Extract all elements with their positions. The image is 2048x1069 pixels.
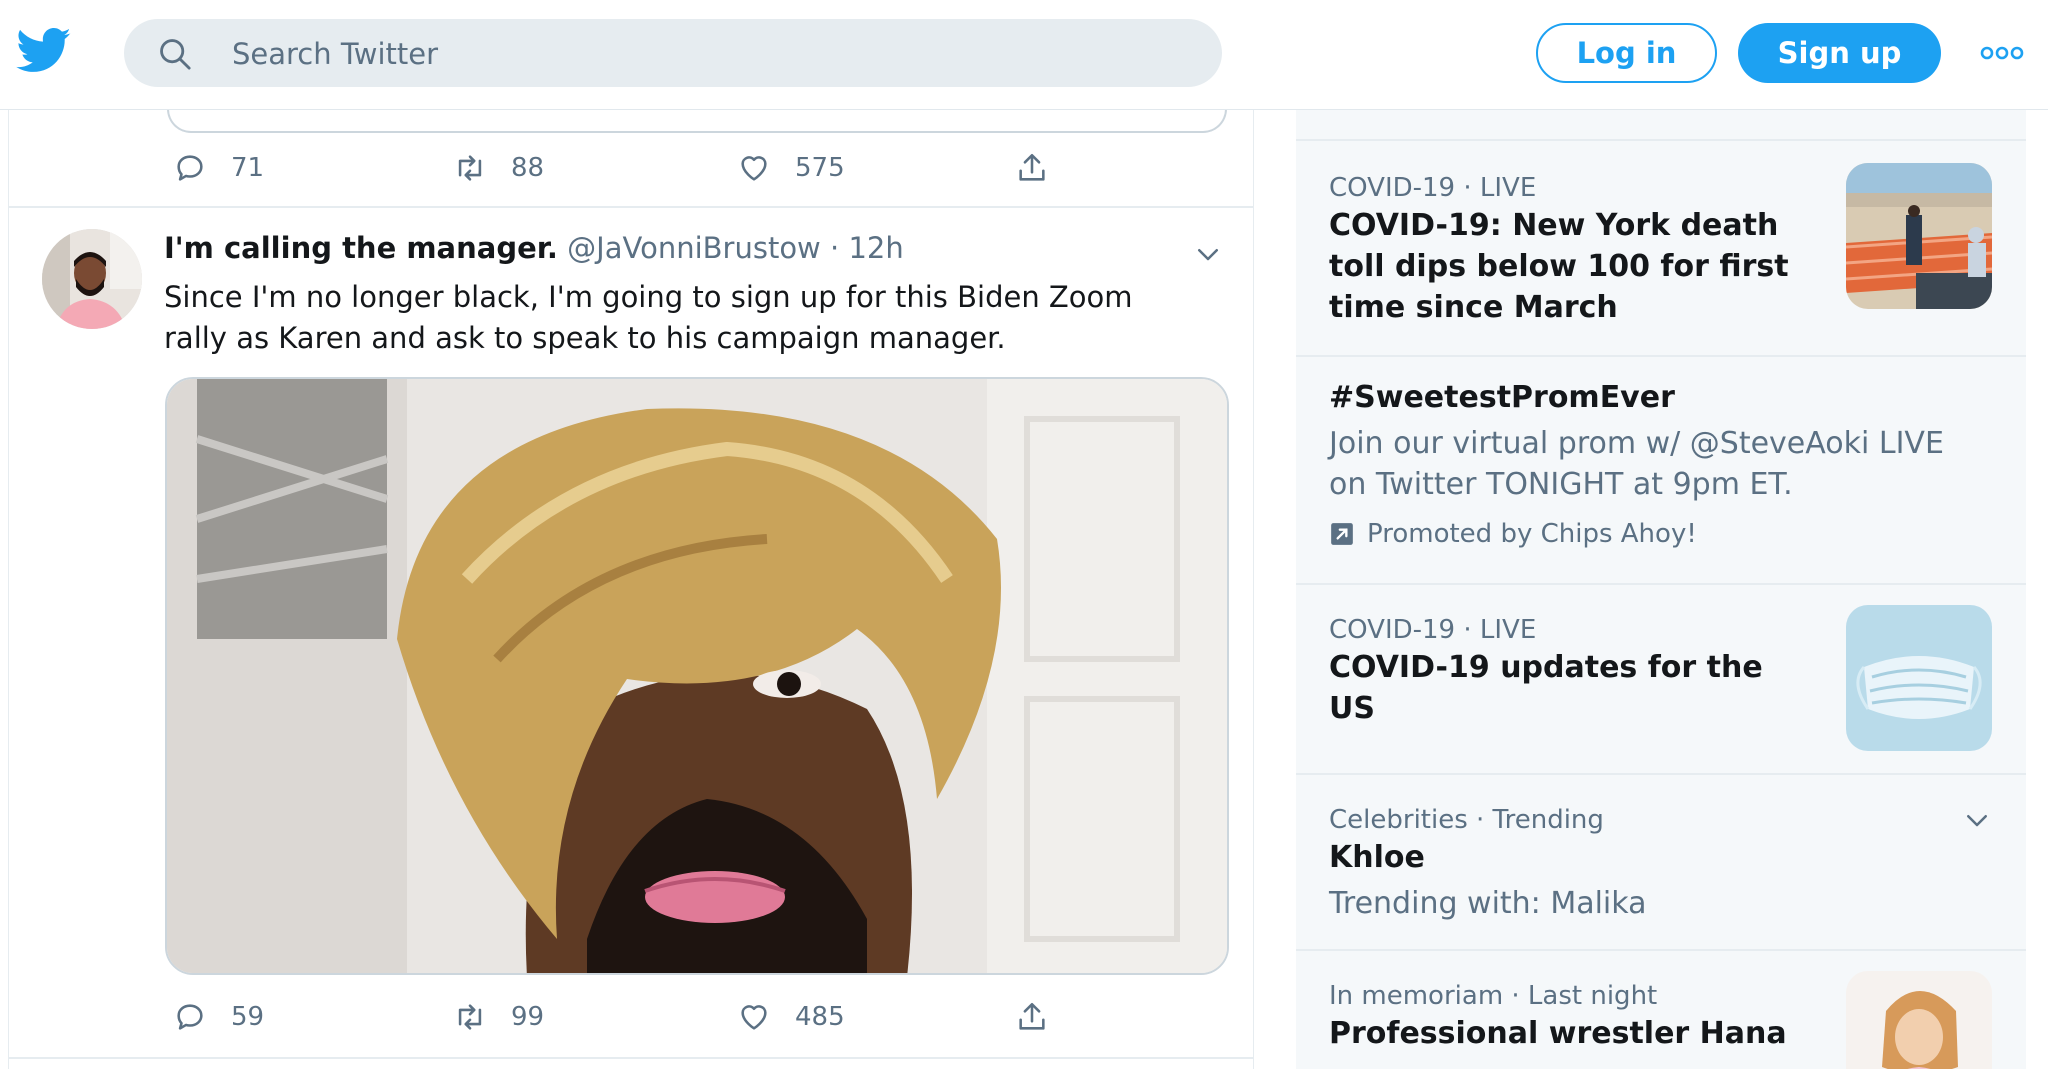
promoted-icon bbox=[1331, 523, 1353, 545]
display-name[interactable]: I'm calling the manager. bbox=[164, 231, 558, 265]
trend-item[interactable]: COVID-19 · LIVE COVID-19 updates for the… bbox=[1296, 583, 2026, 773]
trend-description: Trending with: Malika bbox=[1329, 886, 1647, 921]
trend-title: Khloe bbox=[1329, 840, 1425, 875]
tweet-divider bbox=[9, 1057, 1253, 1059]
trend-item[interactable]: COVID-19 · LIVE COVID-19: New York death… bbox=[1296, 139, 2026, 355]
trend-meta: COVID-19 · LIVE bbox=[1329, 173, 1537, 203]
retweet-button[interactable]: 99 bbox=[453, 995, 544, 1039]
reply-icon bbox=[177, 1004, 203, 1030]
trend-thumbnail bbox=[1846, 971, 1992, 1069]
retweet-count: 99 bbox=[511, 1002, 545, 1032]
search-bar[interactable] bbox=[124, 19, 1222, 89]
tweet-time[interactable]: 12h bbox=[848, 231, 903, 265]
search-icon bbox=[160, 39, 191, 70]
twitter-logo-icon[interactable] bbox=[16, 28, 72, 74]
retweet-button[interactable]: 88 bbox=[453, 146, 544, 190]
heart-icon bbox=[741, 156, 767, 181]
like-count: 485 bbox=[795, 1002, 845, 1032]
reply-count: 59 bbox=[231, 1002, 265, 1032]
meta-separator: · bbox=[830, 231, 840, 265]
trend-item[interactable]: Celebrities · Trending Khloe Trending wi… bbox=[1296, 773, 2026, 949]
like-count: 575 bbox=[795, 153, 845, 183]
share-icon bbox=[1019, 1002, 1045, 1030]
tweet-photo[interactable] bbox=[165, 377, 1229, 975]
trend-meta: Celebrities · Trending bbox=[1329, 805, 1604, 835]
like-button[interactable]: 485 bbox=[737, 995, 845, 1039]
reply-icon bbox=[177, 155, 203, 181]
trend-title: Professional wrestler Hana bbox=[1329, 1016, 1787, 1051]
signup-button[interactable]: Sign up bbox=[1738, 23, 1941, 83]
chevron-down-icon[interactable] bbox=[1962, 805, 1992, 835]
tweet-actions: 71 88 575 bbox=[165, 146, 1065, 190]
quoted-tweet-card[interactable] bbox=[167, 109, 1227, 133]
timeline: 71 88 575 I'm calling the manager. @JaVo… bbox=[8, 109, 1254, 1069]
top-bar: Log in Sign up bbox=[0, 0, 2048, 110]
tweet-actions: 59 99 485 bbox=[165, 995, 1065, 1039]
share-button[interactable] bbox=[1015, 146, 1073, 190]
reply-count: 71 bbox=[231, 153, 265, 183]
tweet-divider bbox=[9, 206, 1253, 208]
tweet-text: Since I'm no longer black, I'm going to … bbox=[164, 280, 1133, 355]
promoted-label: Promoted by Chips Ahoy! bbox=[1329, 519, 1697, 549]
avatar[interactable] bbox=[42, 229, 142, 329]
retweet-icon bbox=[458, 155, 482, 181]
search-input[interactable] bbox=[230, 19, 1134, 89]
trend-thumbnail bbox=[1846, 605, 1992, 751]
retweet-icon bbox=[458, 1004, 482, 1030]
retweet-count: 88 bbox=[511, 153, 545, 183]
login-button[interactable]: Log in bbox=[1536, 23, 1717, 83]
trend-item[interactable]: In memoriam · Last night Professional wr… bbox=[1296, 949, 2026, 1069]
reply-button[interactable]: 59 bbox=[173, 995, 264, 1039]
trend-meta: COVID-19 · LIVE bbox=[1329, 615, 1537, 645]
trend-title: #SweetestPromEver bbox=[1329, 380, 1675, 415]
like-button[interactable]: 575 bbox=[737, 146, 845, 190]
chevron-down-icon[interactable] bbox=[1193, 239, 1223, 269]
more-options-icon[interactable] bbox=[1980, 43, 2024, 63]
heart-icon bbox=[741, 1005, 767, 1030]
trend-meta: In memoriam · Last night bbox=[1329, 981, 1658, 1011]
trend-title: COVID-19: New York death toll dips below… bbox=[1329, 208, 1789, 325]
trend-description: Join our virtual prom w/ @SteveAoki LIVE… bbox=[1329, 426, 1944, 502]
trends-sidebar: COVID-19 · LIVE COVID-19: New York death… bbox=[1296, 109, 2026, 1069]
trend-thumbnail bbox=[1846, 163, 1992, 309]
trend-title: COVID-19 updates for the US bbox=[1329, 650, 1763, 726]
share-icon bbox=[1019, 153, 1045, 181]
promoted-trend-item[interactable]: #SweetestPromEver Join our virtual prom … bbox=[1296, 355, 2026, 583]
tweet-header: I'm calling the manager. @JaVonniBrustow… bbox=[164, 231, 904, 265]
user-handle[interactable]: @JaVonniBrustow bbox=[567, 231, 821, 265]
reply-button[interactable]: 71 bbox=[173, 146, 264, 190]
share-button[interactable] bbox=[1015, 995, 1073, 1039]
promoted-text: Promoted by Chips Ahoy! bbox=[1367, 519, 1697, 549]
